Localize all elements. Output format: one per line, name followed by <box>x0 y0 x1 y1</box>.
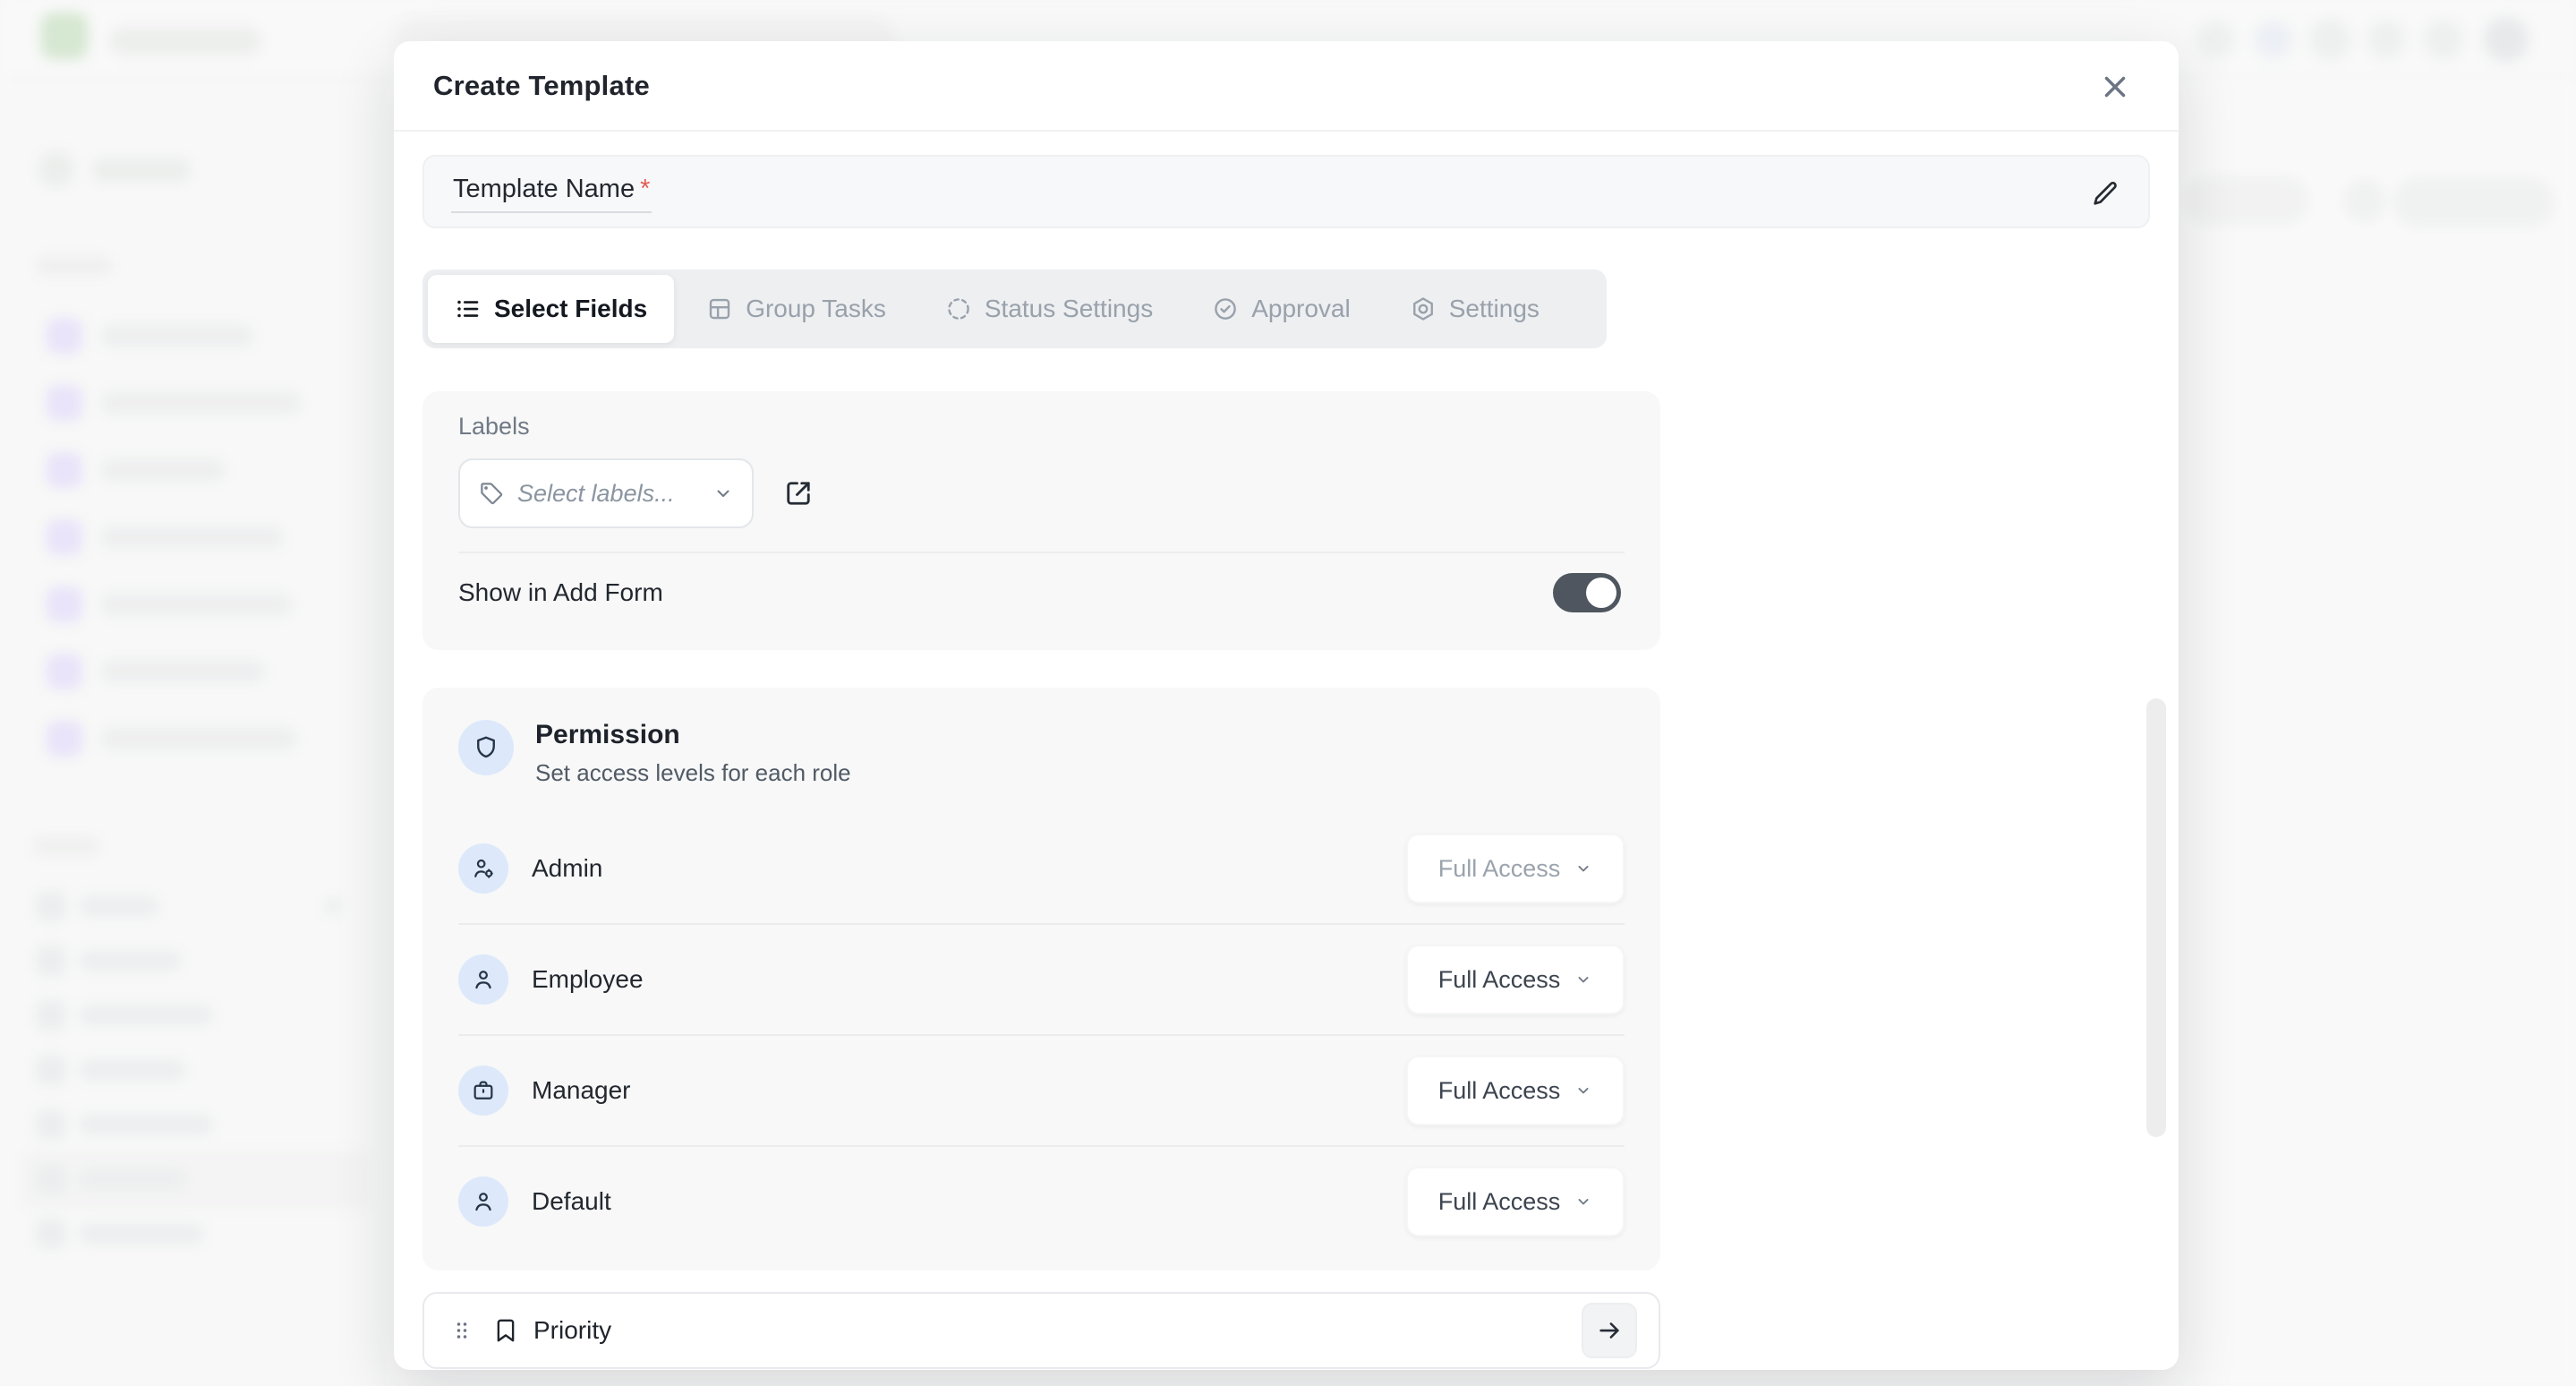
role-avatar <box>458 1065 508 1116</box>
modal-header: Create Template <box>394 41 2179 132</box>
show-in-add-form-row: Show in Add Form <box>458 553 1625 632</box>
chevron-down-icon <box>1574 1193 1592 1211</box>
role-name: Admin <box>532 854 1406 883</box>
modal-scrollbar[interactable] <box>2146 698 2166 1137</box>
access-dropdown-employee[interactable]: Full Access <box>1406 945 1625 1014</box>
tag-icon <box>478 480 505 507</box>
tab-label: Status Settings <box>985 295 1153 323</box>
tab-group-tasks[interactable]: Group Tasks <box>679 275 913 343</box>
access-value: Full Access <box>1438 1188 1561 1216</box>
tab-label: Settings <box>1449 295 1540 323</box>
permission-subtitle: Set access levels for each role <box>535 759 851 787</box>
dashed-circle-icon <box>945 295 972 322</box>
access-value: Full Access <box>1438 855 1561 883</box>
tab-select-fields[interactable]: Select Fields <box>428 275 674 343</box>
create-template-modal: Create Template Template Name* <box>394 41 2179 1370</box>
arrow-right-icon <box>1596 1317 1623 1344</box>
chevron-down-icon <box>1574 1082 1592 1099</box>
circle-check-icon <box>1212 295 1239 322</box>
permission-title: Permission <box>535 720 851 750</box>
chevron-down-icon <box>1574 860 1592 877</box>
role-avatar <box>458 843 508 894</box>
template-name-label: Template Name* <box>451 171 652 213</box>
required-asterisk: * <box>640 175 650 203</box>
tab-settings[interactable]: Settings <box>1383 275 1566 343</box>
modal-tabs: Select Fields Group Tasks Status Setting… <box>422 270 1607 348</box>
group-tasks-icon <box>706 295 733 322</box>
settings-icon <box>1410 295 1437 322</box>
role-avatar <box>458 954 508 1005</box>
tab-label: Select Fields <box>494 295 647 323</box>
show-in-add-form-toggle[interactable] <box>1553 573 1621 612</box>
access-dropdown-manager[interactable]: Full Access <box>1406 1056 1625 1125</box>
labels-placeholder: Select labels... <box>517 480 700 508</box>
tab-label: Group Tasks <box>746 295 886 323</box>
permission-card: Permission Set access levels for each ro… <box>422 688 1660 1270</box>
template-name-field[interactable]: Template Name* <box>422 155 2150 228</box>
edit-name-button[interactable] <box>2084 172 2127 215</box>
access-value: Full Access <box>1438 966 1561 994</box>
open-labels-button[interactable] <box>782 477 815 509</box>
user-icon <box>471 967 496 992</box>
tab-label: Approval <box>1251 295 1351 323</box>
show-in-add-form-label: Show in Add Form <box>458 578 663 607</box>
toggle-knob <box>1586 578 1616 608</box>
role-row-default: Default Full Access <box>458 1147 1625 1256</box>
external-link-icon <box>782 477 815 509</box>
role-avatar <box>458 1176 508 1227</box>
tab-approval[interactable]: Approval <box>1185 275 1378 343</box>
chevron-down-icon <box>1574 971 1592 988</box>
drag-handle-icon[interactable] <box>449 1318 474 1343</box>
priority-field-card: Priority <box>422 1292 1660 1369</box>
user-gear-icon <box>471 856 496 881</box>
labels-card: Labels Select labels... <box>422 391 1660 650</box>
tab-status-settings[interactable]: Status Settings <box>918 275 1180 343</box>
shield-icon <box>473 734 499 761</box>
role-name: Employee <box>532 965 1406 994</box>
role-row-manager: Manager Full Access <box>458 1036 1625 1145</box>
access-dropdown-default[interactable]: Full Access <box>1406 1167 1625 1236</box>
role-name: Manager <box>532 1076 1406 1105</box>
role-row-employee: Employee Full Access <box>458 925 1625 1034</box>
permission-avatar <box>458 720 514 775</box>
permission-header: Permission Set access levels for each ro… <box>458 720 1625 787</box>
modal-body: Template Name* Select Fields Group Task <box>394 132 2179 1370</box>
chevron-down-icon <box>712 483 734 504</box>
access-dropdown-admin[interactable]: Full Access <box>1406 834 1625 903</box>
close-icon <box>2098 70 2132 104</box>
user-icon <box>471 1189 496 1214</box>
bookmark-icon <box>492 1317 519 1344</box>
list-icon <box>455 295 482 322</box>
close-button[interactable] <box>2094 66 2136 107</box>
access-value: Full Access <box>1438 1077 1561 1105</box>
priority-expand-button[interactable] <box>1582 1303 1637 1358</box>
role-name: Default <box>532 1187 1406 1216</box>
briefcase-icon <box>471 1078 496 1103</box>
pencil-icon <box>2090 178 2120 209</box>
role-row-admin: Admin Full Access <box>458 814 1625 923</box>
labels-title: Labels <box>458 413 1625 441</box>
labels-select[interactable]: Select labels... <box>458 458 754 528</box>
modal-title: Create Template <box>433 70 650 102</box>
priority-label: Priority <box>533 1316 1582 1345</box>
